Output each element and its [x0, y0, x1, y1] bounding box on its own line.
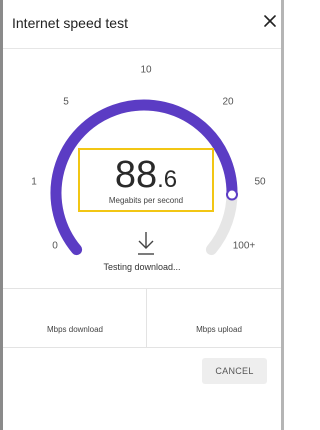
- test-status-text: Testing download...: [103, 262, 181, 272]
- download-arrow-icon: [136, 230, 156, 256]
- speed-test-dialog: Internet speed test 0 1 5 10 20 50 100+: [3, 0, 281, 430]
- results-divider: [146, 289, 147, 347]
- gauge-tick-label-100-plus: 100+: [232, 240, 256, 252]
- gauge-tick-label-50: 50: [254, 176, 266, 188]
- download-result-label: Mbps download: [46, 325, 104, 334]
- speed-value: 88.6: [80, 156, 212, 194]
- speed-value-decimal: .6: [157, 166, 178, 193]
- dialog-title: Internet speed test: [12, 15, 128, 31]
- speed-value-integer: 88: [114, 154, 158, 196]
- gauge-needle-knob: [225, 188, 238, 201]
- cancel-button[interactable]: CANCEL: [202, 358, 267, 384]
- upload-result-label: Mbps upload: [196, 325, 242, 334]
- gauge-tick-label-10: 10: [140, 64, 152, 76]
- speed-unit-label: Megabits per second: [108, 196, 184, 205]
- results-panel: Mbps download Mbps upload: [3, 288, 281, 348]
- gauge-tick-label-0: 0: [52, 240, 58, 252]
- dialog-header: Internet speed test: [3, 0, 281, 49]
- window-right-border: [281, 0, 284, 430]
- close-icon: [264, 15, 276, 27]
- gauge-tick-label-5: 5: [63, 96, 69, 108]
- speed-test-window: Internet speed test 0 1 5 10 20 50 100+: [0, 0, 284, 430]
- gauge-tick-label-20: 20: [222, 96, 234, 108]
- gauge-tick-label-1: 1: [31, 176, 37, 188]
- close-button[interactable]: [259, 10, 281, 32]
- speed-readout: 88.6 Megabits per second: [78, 148, 214, 212]
